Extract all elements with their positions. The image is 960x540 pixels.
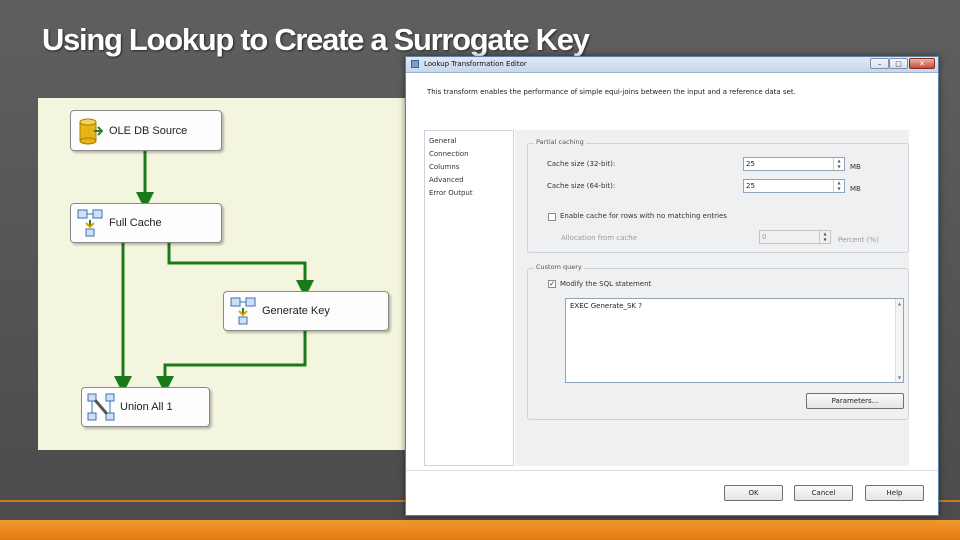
allocation-spinner[interactable]: 0 ▲ ▼ <box>759 230 831 244</box>
sql-statement-textarea[interactable]: EXEC Generate_SK ? ▲ ▼ <box>565 298 904 383</box>
allocation-label: Allocation from cache <box>561 234 637 242</box>
minimize-button[interactable]: – <box>870 58 889 69</box>
arrow-generatekey-to-union <box>156 331 307 394</box>
spinner-arrows[interactable]: ▲ ▼ <box>833 180 844 192</box>
accent-bar <box>0 520 960 540</box>
dialog-title: Lookup Transformation Editor <box>424 60 527 68</box>
maximize-button[interactable]: □ <box>889 58 908 69</box>
nav-item-error-output[interactable]: Error Output <box>425 187 513 200</box>
app-icon <box>411 60 419 68</box>
nav-item-connection[interactable]: Connection <box>425 148 513 161</box>
parameters-button[interactable]: Parameters... <box>806 393 904 409</box>
dialog-titlebar[interactable]: Lookup Transformation Editor – □ ✕ <box>406 57 938 73</box>
footer-separator <box>406 470 938 471</box>
node-label: Union All 1 <box>120 401 173 413</box>
union-all-icon <box>82 389 120 425</box>
spinner-value: 25 <box>746 182 755 190</box>
lookup-icon <box>224 293 262 329</box>
help-button[interactable]: Help <box>865 485 924 501</box>
spinner-arrows[interactable]: ▲ ▼ <box>819 231 830 243</box>
close-button[interactable]: ✕ <box>909 58 935 69</box>
nav-item-advanced[interactable]: Advanced <box>425 174 513 187</box>
cache-32-label: Cache size (32-bit): <box>547 160 616 168</box>
nav-item-general[interactable]: General <box>425 135 513 148</box>
database-icon <box>71 113 109 149</box>
custom-query-group: Custom query ✓ Modify the SQL statement … <box>527 263 909 420</box>
cache-32-unit: MB <box>850 163 861 171</box>
arrow-fullcache-to-generatekey <box>167 243 314 298</box>
lookup-editor-dialog: Lookup Transformation Editor – □ ✕ This … <box>405 56 939 516</box>
node-full-cache[interactable]: Full Cache <box>70 203 222 243</box>
enable-cache-label: Enable cache for rows with no matching e… <box>560 212 727 220</box>
sql-text: EXEC Generate_SK ? <box>570 302 642 310</box>
ok-button[interactable]: OK <box>724 485 783 501</box>
data-flow-diagram: OLE DB Source Full Cache Generate Key Un… <box>38 98 410 450</box>
cache-64-spinner[interactable]: 25 ▲ ▼ <box>743 179 845 193</box>
modify-sql-label: Modify the SQL statement <box>560 280 652 288</box>
group-legend: Partial caching <box>534 138 586 146</box>
cache-32-spinner[interactable]: 25 ▲ ▼ <box>743 157 845 171</box>
spinner-value: 0 <box>762 233 767 241</box>
allocation-unit: Percent (%) <box>838 236 879 244</box>
cache-64-label: Cache size (64-bit): <box>547 182 616 190</box>
dialog-description: This transform enables the performance o… <box>427 88 796 96</box>
node-label: Generate Key <box>262 305 330 317</box>
nav-item-columns[interactable]: Columns <box>425 161 513 174</box>
node-label: OLE DB Source <box>109 124 188 137</box>
sql-scrollbar[interactable]: ▲ ▼ <box>895 299 903 382</box>
node-label: Full Cache <box>109 217 162 229</box>
enable-cache-checkbox[interactable] <box>548 213 556 221</box>
cache-64-unit: MB <box>850 185 861 193</box>
spinner-value: 25 <box>746 160 755 168</box>
slide-title: Using Lookup to Create a Surrogate Key <box>42 22 590 57</box>
nav-pane: General Connection Columns Advanced Erro… <box>424 130 514 466</box>
node-generate-key[interactable]: Generate Key <box>223 291 389 331</box>
node-ole-db-source[interactable]: OLE DB Source <box>70 110 222 151</box>
spinner-arrows[interactable]: ▲ ▼ <box>833 158 844 170</box>
node-union-all[interactable]: Union All 1 <box>81 387 210 427</box>
group-legend: Custom query <box>534 263 584 271</box>
modify-sql-checkbox[interactable]: ✓ <box>548 280 556 288</box>
advanced-page: Partial caching Cache size (32-bit): 25 … <box>515 130 909 466</box>
cancel-button[interactable]: Cancel <box>794 485 853 501</box>
lookup-icon <box>71 205 109 241</box>
partial-caching-group: Partial caching Cache size (32-bit): 25 … <box>527 138 909 253</box>
